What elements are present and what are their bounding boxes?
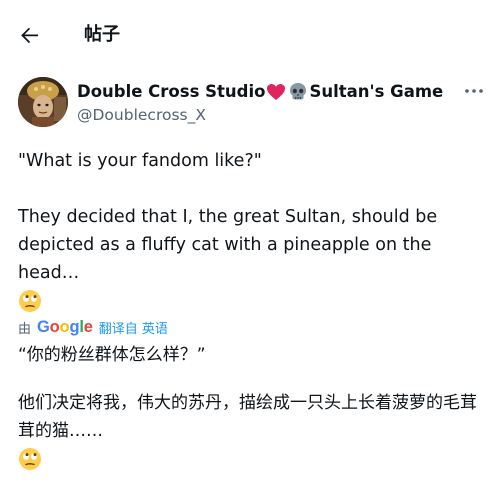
translated-text-line1: “你的粉丝群体怎么样？” [18,345,206,365]
author-name-part1: Double Cross Studio [77,82,266,101]
author-name-part2: Sultan's Game [309,82,444,101]
top-bar: 帖子 [0,0,500,70]
translated-body: “你的粉丝群体怎么样？” 他们决定将我，伟大的苏丹，描绘成一只头上长着菠萝的毛茸… [18,341,488,473]
face-with-rolling-eyes-icon [18,447,42,471]
avatar[interactable] [18,77,68,127]
post-text-line1: "What is your fandom like?" [18,151,262,171]
author-handle[interactable]: @Doublecross_X [77,104,206,126]
page-title: 帖子 [84,24,120,45]
face-with-rolling-eyes-icon [18,289,42,313]
post-author: Double Cross Studio Sultan's Game @Doubl… [18,77,488,129]
red-heart-icon [266,83,286,101]
post-text-line2: They decided that I, the great Sultan, s… [18,207,438,283]
author-display-name[interactable]: Double Cross Studio Sultan's Game [77,81,443,103]
skull-icon [288,82,308,102]
more-horizontal-icon [465,89,483,93]
arrow-left-icon [21,27,38,44]
translation-attribution: 由 Google 翻译自 英语 [18,316,168,338]
google-logo: Google [37,317,93,336]
post-body: "What is your fandom like?" They decided… [18,147,484,315]
translated-from-link[interactable]: 翻译自 英语 [99,318,168,337]
translated-by-label: 由 [18,321,32,337]
back-button[interactable] [18,23,42,47]
more-options-button[interactable] [462,81,486,101]
translated-text-line2: 他们决定将我，伟大的苏丹，描绘成一只头上长着菠萝的毛茸茸的猫…… [18,393,477,441]
